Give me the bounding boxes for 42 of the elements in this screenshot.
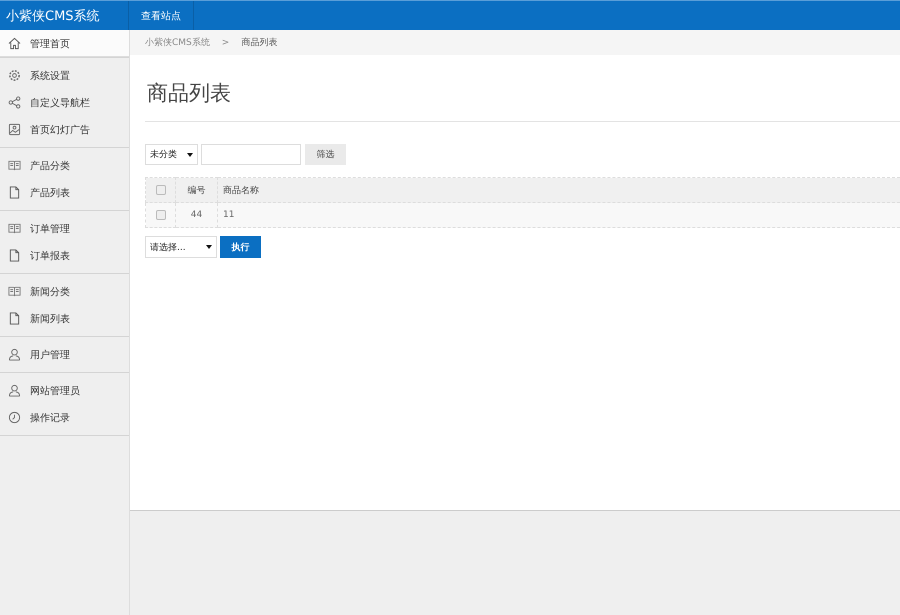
sidebar-item[interactable]: 网站管理员 bbox=[0, 377, 129, 404]
sidebar-item[interactable]: 操作记录 bbox=[0, 404, 129, 431]
sidebar-item[interactable]: 产品分类 bbox=[0, 152, 129, 179]
caret-icon bbox=[206, 245, 212, 249]
sidebar-item[interactable]: 首页幻灯广告 bbox=[0, 116, 129, 143]
home-icon bbox=[8, 37, 21, 50]
book-icon bbox=[8, 222, 21, 235]
table-cell: 11 bbox=[218, 202, 900, 228]
sidebar-item[interactable]: 管理首页 bbox=[0, 30, 129, 57]
sidebar-item[interactable]: 用户管理 bbox=[0, 341, 129, 368]
file-icon bbox=[8, 249, 21, 262]
select-all-checkbox[interactable] bbox=[156, 184, 166, 195]
sidebar-item[interactable]: 订单管理 bbox=[0, 215, 129, 242]
sidebar-item[interactable]: 自定义导航栏 bbox=[0, 89, 129, 116]
book-icon bbox=[8, 159, 21, 172]
share-icon bbox=[8, 96, 21, 109]
column-header: 商品名称 bbox=[218, 178, 900, 202]
clock-icon bbox=[8, 411, 21, 424]
sidebar-item[interactable]: 新闻列表 bbox=[0, 305, 129, 332]
filter-button[interactable]: 筛选 bbox=[305, 144, 346, 165]
table-cell: 44 bbox=[176, 202, 218, 228]
sidebar-item[interactable]: 系统设置 bbox=[0, 62, 129, 89]
picture-icon bbox=[8, 123, 21, 136]
book-icon bbox=[8, 285, 21, 298]
column-header: 编号 bbox=[176, 178, 218, 202]
sidebar-item[interactable]: 订单报表 bbox=[0, 242, 129, 269]
sidebar-item[interactable]: 新闻分类 bbox=[0, 278, 129, 305]
breadcrumb-separator: > bbox=[222, 38, 230, 48]
file-icon bbox=[8, 186, 21, 199]
page-title: 商品列表 bbox=[145, 55, 900, 122]
breadcrumb-item: 商品列表 bbox=[241, 36, 278, 49]
user-icon bbox=[8, 348, 21, 361]
user-icon bbox=[8, 384, 21, 397]
row-checkbox[interactable] bbox=[156, 210, 166, 220]
execute-button[interactable]: 执行 bbox=[220, 236, 261, 258]
file-icon bbox=[8, 312, 21, 325]
search-field[interactable] bbox=[201, 144, 301, 165]
category-dropdown[interactable]: 未分类 bbox=[145, 144, 198, 165]
caret-icon bbox=[187, 152, 193, 156]
settings-icon bbox=[8, 69, 21, 82]
sidebar-item[interactable]: 产品列表 bbox=[0, 179, 129, 206]
action-dropdown[interactable]: 请选择... bbox=[145, 236, 217, 258]
